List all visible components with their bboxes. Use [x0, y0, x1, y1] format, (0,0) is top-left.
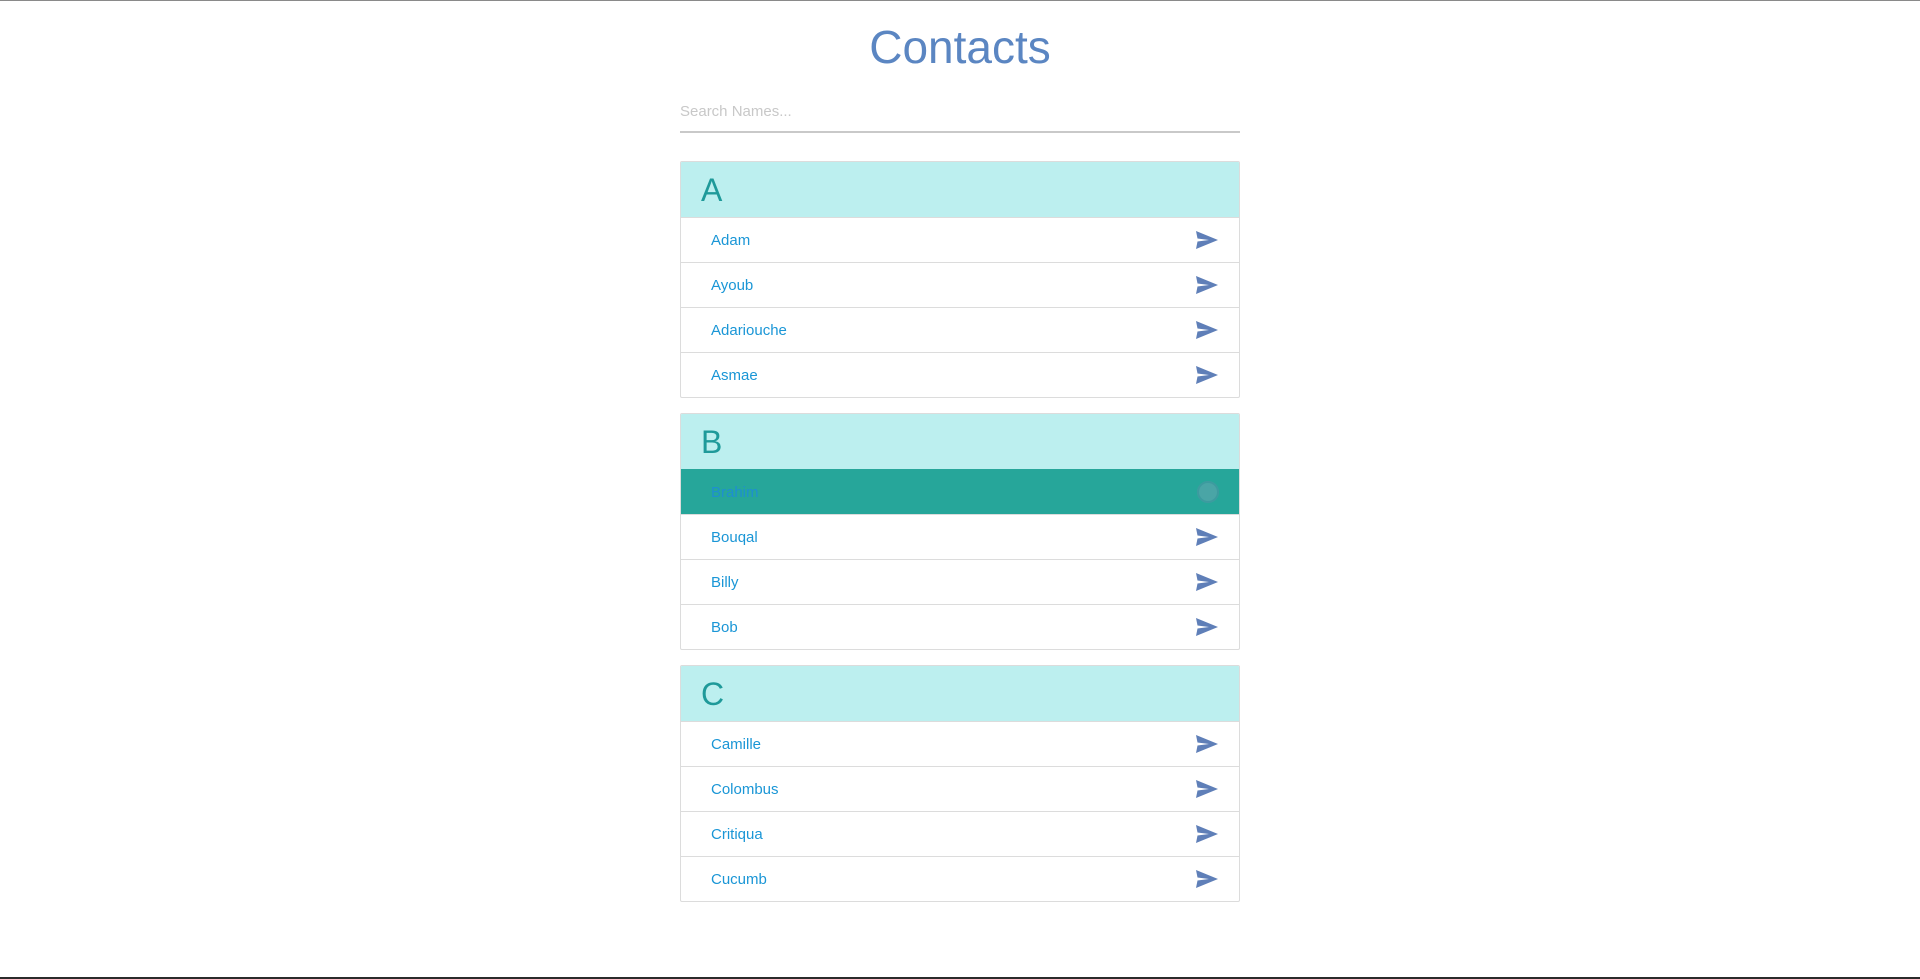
contact-row-cucumb[interactable]: Cucumb [681, 856, 1239, 901]
contact-groups: A Adam Ayoub Adariouche Asmae B Brahim Bouqal Bi… [680, 161, 1240, 902]
group-header: C [681, 666, 1239, 721]
send-icon[interactable] [1195, 734, 1219, 754]
page-title: Contacts [869, 21, 1051, 73]
contact-row-critiqua[interactable]: Critiqua [681, 811, 1239, 856]
send-icon[interactable] [1195, 824, 1219, 844]
send-icon[interactable] [1195, 275, 1219, 295]
contact-name: Cucumb [711, 870, 767, 888]
contact-row-adariouche[interactable]: Adariouche [681, 307, 1239, 352]
send-icon[interactable] [1195, 869, 1219, 889]
send-icon[interactable] [1195, 572, 1219, 592]
contact-name: Adam [711, 231, 751, 249]
send-icon[interactable] [1195, 365, 1219, 385]
contact-group-a: A Adam Ayoub Adariouche Asmae [680, 161, 1240, 398]
contact-name: Adariouche [711, 321, 787, 339]
contacts-container: A Adam Ayoub Adariouche Asmae B Brahim Bouqal Bi… [680, 91, 1240, 902]
contact-name: Colombus [711, 780, 779, 798]
contact-group-c: C Camille Colombus Critiqua Cucumb [680, 665, 1240, 902]
group-header: A [681, 162, 1239, 217]
contact-row-ayoub[interactable]: Ayoub [681, 262, 1239, 307]
circle-icon[interactable] [1197, 481, 1219, 503]
contact-name: Bouqal [711, 528, 758, 546]
contact-row-camille[interactable]: Camille [681, 721, 1239, 766]
contact-name: Critiqua [711, 825, 763, 843]
send-icon[interactable] [1195, 320, 1219, 340]
contact-row-adam[interactable]: Adam [681, 217, 1239, 262]
contact-group-b: B Brahim Bouqal Billy Bob [680, 413, 1240, 650]
contact-name: Brahim [711, 483, 759, 501]
contact-name: Asmae [711, 366, 758, 384]
send-icon[interactable] [1195, 527, 1219, 547]
contact-name: Ayoub [711, 276, 754, 294]
contact-name: Camille [711, 735, 762, 753]
contact-name: Billy [711, 573, 739, 591]
search-input[interactable] [680, 91, 1240, 133]
contact-row-bob[interactable]: Bob [681, 604, 1239, 649]
contact-row-colombus[interactable]: Colombus [681, 766, 1239, 811]
send-icon[interactable] [1195, 230, 1219, 250]
contact-row-asmae[interactable]: Asmae [681, 352, 1239, 397]
contact-name: Bob [711, 618, 738, 636]
page: Contacts A Adam Ayoub Adariouche Asmae B Brahi… [0, 0, 1920, 979]
group-header: B [681, 414, 1239, 469]
contact-row-billy[interactable]: Billy [681, 559, 1239, 604]
contact-row-bouqal[interactable]: Bouqal [681, 514, 1239, 559]
contact-row-brahim[interactable]: Brahim [681, 469, 1239, 514]
send-icon[interactable] [1195, 779, 1219, 799]
send-icon[interactable] [1195, 617, 1219, 637]
